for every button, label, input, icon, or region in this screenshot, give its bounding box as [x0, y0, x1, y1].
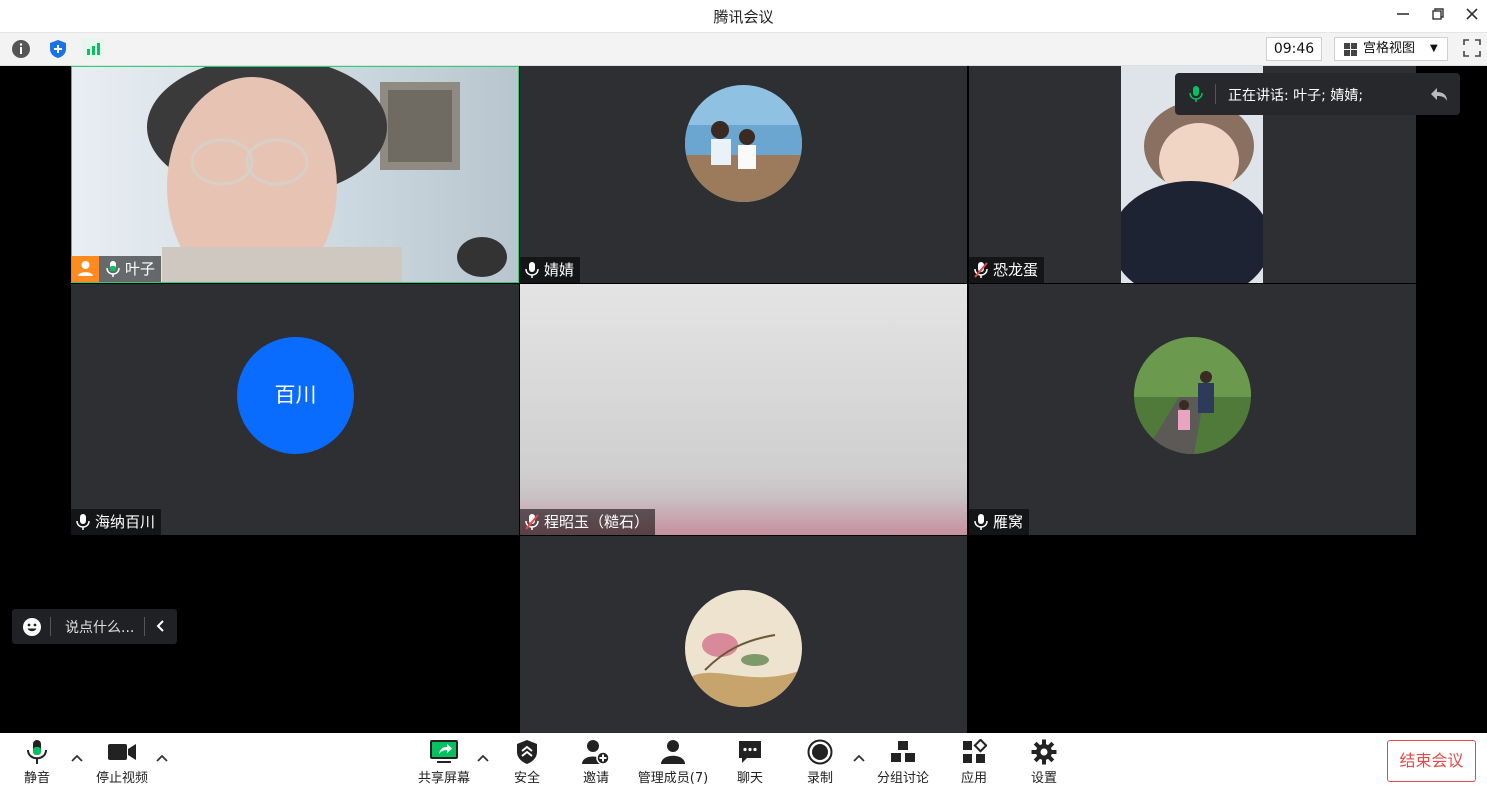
- settings-label: 设置: [1030, 771, 1057, 786]
- stop-video-label: 停止视频: [95, 771, 148, 786]
- participant-namebar: 恐龙蛋: [969, 257, 1045, 283]
- mic-icon: [76, 514, 90, 530]
- avatar: [1134, 337, 1251, 454]
- mic-active-icon: [1189, 86, 1203, 102]
- chevron-up-icon[interactable]: [70, 753, 84, 763]
- participant-name: 海纳百川: [95, 513, 156, 531]
- mic-active-icon: [106, 261, 120, 277]
- mic-active-icon: [27, 740, 47, 764]
- chat-icon: [739, 741, 761, 763]
- mic-muted-icon: [974, 262, 988, 278]
- apps-label: 应用: [960, 771, 987, 786]
- divider: [1215, 84, 1216, 104]
- stop-video-button[interactable]: 停止视频: [92, 739, 152, 786]
- signal-icon[interactable]: [82, 38, 104, 60]
- breakout-rooms-button[interactable]: 分组讨论: [873, 739, 933, 786]
- participant-name: 恐龙蛋: [993, 261, 1039, 279]
- active-speaker-banner: 正在讲话: 叶子; 婧婧;: [1175, 73, 1460, 115]
- minimize-icon[interactable]: [1392, 5, 1414, 27]
- participant-tile[interactable]: 雁窝: [969, 284, 1416, 535]
- participant-tile[interactable]: 百川 海纳百川: [71, 284, 519, 535]
- meeting-toolbar: 静音 停止视频 共享屏幕 安全 邀请 管理成员(7) 聊天 录制 分组讨论 应用: [0, 733, 1487, 788]
- title-bar: 腾讯会议: [0, 0, 1487, 33]
- participant-name: 程昭玉（糙石）: [544, 513, 650, 531]
- info-icon[interactable]: [10, 38, 32, 60]
- divider: [144, 617, 145, 636]
- share-screen-icon: [430, 740, 458, 763]
- participant-tile-video[interactable]: 叶子: [71, 66, 519, 283]
- mute-button[interactable]: 静音: [17, 739, 57, 786]
- participant-name: 婧婧: [544, 261, 575, 279]
- view-mode-dropdown[interactable]: 宫格视图 ▼: [1334, 37, 1448, 61]
- participant-namebar: 婧婧: [520, 257, 581, 283]
- avatar: [685, 590, 802, 707]
- participant-namebar: 雁窝: [969, 509, 1030, 535]
- participant-name: 叶子: [125, 260, 156, 278]
- security-button[interactable]: 安全: [507, 739, 547, 786]
- avatar: [685, 85, 802, 202]
- speaking-label: 正在讲话: 叶子; 婧婧;: [1228, 88, 1364, 104]
- settings-button[interactable]: 设置: [1024, 739, 1064, 786]
- participant-name: 雁窝: [993, 513, 1024, 531]
- view-mode-label: 宫格视图: [1363, 41, 1416, 56]
- chevron-down-icon: ▼: [1430, 43, 1438, 54]
- record-button[interactable]: 录制: [800, 739, 840, 786]
- shield-icon: [517, 740, 537, 764]
- share-screen-button[interactable]: 共享屏幕: [414, 739, 474, 786]
- video-camera-icon: [108, 744, 136, 760]
- gear-icon: [1031, 739, 1057, 765]
- meeting-info-bar: 09:46 宫格视图 ▼: [0, 33, 1487, 66]
- breakout-label: 分组讨论: [876, 771, 929, 786]
- invite-label: 邀请: [582, 771, 609, 786]
- record-label: 录制: [806, 771, 833, 786]
- participant-namebar: 叶子: [72, 256, 162, 282]
- apps-icon: [963, 739, 987, 763]
- video-grid: 叶子 婧婧 恐龙蛋 正在讲话: 叶子; 婧婧; 百川 海纳百川 程昭玉（糙石） …: [0, 66, 1487, 733]
- manage-members-button[interactable]: 管理成员(7): [636, 739, 710, 786]
- participant-tile[interactable]: [520, 536, 967, 733]
- participant-tile[interactable]: 婧婧: [520, 66, 967, 283]
- chevron-up-icon[interactable]: [476, 753, 490, 763]
- invite-button[interactable]: 邀请: [576, 739, 616, 786]
- chevron-up-icon[interactable]: [155, 753, 169, 763]
- chat-button[interactable]: 聊天: [730, 739, 770, 786]
- breakout-icon: [891, 741, 915, 762]
- participant-video: [520, 284, 967, 535]
- chevron-left-icon[interactable]: [155, 619, 165, 633]
- apps-button[interactable]: 应用: [954, 739, 994, 786]
- mic-icon: [974, 514, 988, 530]
- host-icon: [72, 256, 99, 282]
- fullscreen-icon[interactable]: [1462, 38, 1482, 58]
- record-icon: [807, 739, 833, 765]
- mute-label: 静音: [23, 771, 50, 786]
- shield-icon[interactable]: [47, 38, 69, 60]
- chat-placeholder: 说点什么...: [65, 620, 135, 636]
- participant-namebar: 程昭玉（糙石）: [520, 509, 656, 535]
- end-meeting-button[interactable]: 结束会议: [1387, 740, 1476, 782]
- share-screen-label: 共享屏幕: [417, 771, 470, 786]
- avatar: 百川: [237, 337, 354, 454]
- participant-namebar: 海纳百川: [71, 509, 162, 535]
- manage-members-label: 管理成员(7): [637, 771, 709, 786]
- window-title: 腾讯会议: [713, 8, 774, 26]
- security-label: 安全: [513, 771, 540, 786]
- chevron-up-icon[interactable]: [852, 753, 866, 763]
- add-user-icon: [582, 740, 610, 765]
- mic-icon: [525, 262, 539, 278]
- participant-video: [72, 67, 518, 282]
- members-icon: [661, 740, 685, 764]
- chat-label: 聊天: [736, 771, 763, 786]
- grid-icon: [1344, 43, 1357, 56]
- restore-icon[interactable]: [1427, 5, 1449, 27]
- participant-tile-video[interactable]: 程昭玉（糙石）: [520, 284, 967, 535]
- meeting-timer: 09:46: [1266, 37, 1322, 61]
- collapse-icon[interactable]: [1429, 85, 1449, 103]
- mic-muted-icon: [525, 514, 539, 530]
- close-icon[interactable]: [1461, 5, 1483, 27]
- emoji-icon[interactable]: [22, 617, 42, 637]
- divider: [50, 617, 51, 636]
- chat-quick-input[interactable]: 说点什么...: [12, 609, 177, 644]
